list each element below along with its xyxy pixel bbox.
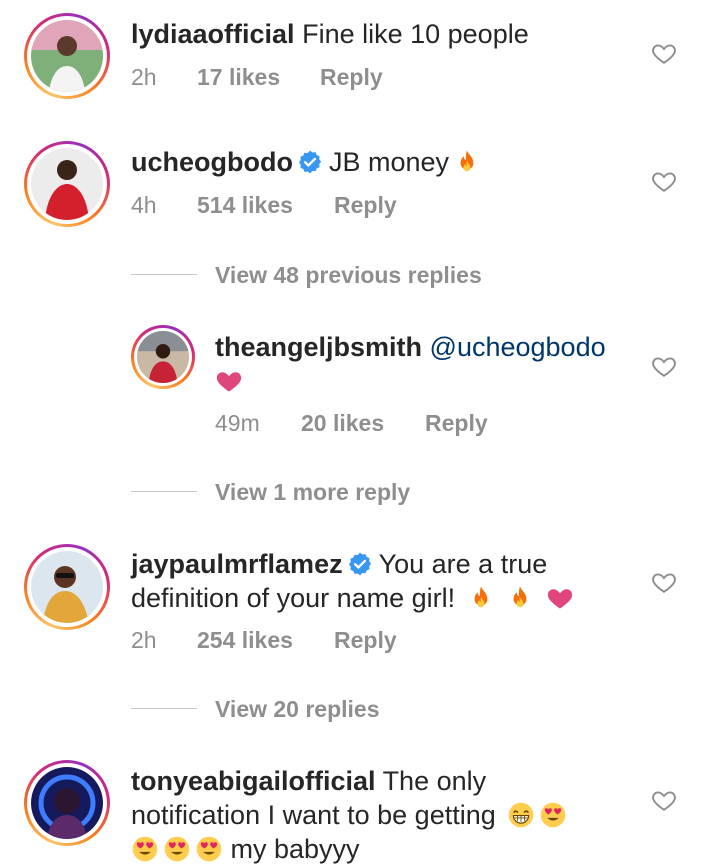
comment-body-line1: You are a true: [378, 549, 548, 579]
comment-text: lydiaaofficial Fine like 10 people: [131, 17, 651, 51]
profile-photo: [31, 767, 103, 839]
avatar-tonyeabigailofficial[interactable]: [24, 760, 110, 846]
view-replies-button[interactable]: View 20 replies: [131, 694, 531, 724]
fire-emoji-icon: [467, 584, 495, 612]
view-replies-label[interactable]: View 48 previous replies: [215, 260, 482, 290]
comment-body-line2: definition of your name girl!: [131, 583, 456, 613]
view-replies-label[interactable]: View 20 replies: [215, 694, 380, 724]
comment-body-line2: notification I want to be getting: [131, 800, 496, 830]
likes-count[interactable]: 20 likes: [301, 408, 384, 438]
reply-button[interactable]: Reply: [334, 190, 397, 220]
avatar-lydiaaofficial[interactable]: [24, 13, 110, 99]
username[interactable]: lydiaaofficial: [131, 19, 295, 49]
heart-eyes-emoji-icon: [131, 835, 159, 863]
view-more-replies-button[interactable]: View 1 more reply: [131, 477, 531, 507]
reply-text: theangeljbsmith @ucheogbodo: [215, 330, 635, 398]
reply-meta: 49m 20 likes Reply: [215, 408, 635, 438]
heart-eyes-emoji-icon: [163, 835, 191, 863]
reply-button[interactable]: Reply: [320, 62, 383, 92]
like-heart-icon[interactable]: [651, 569, 677, 595]
profile-photo: [31, 551, 103, 623]
divider-line: [131, 274, 197, 275]
comment-meta: 2h 254 likes Reply: [131, 625, 631, 655]
verified-badge-icon: [347, 551, 373, 577]
view-more-label[interactable]: View 1 more reply: [215, 477, 410, 507]
comment-text: tonyeabigailofficial The only notificati…: [131, 764, 651, 866]
username[interactable]: theangeljbsmith: [215, 332, 422, 362]
divider-line: [131, 708, 197, 709]
verified-badge-icon: [297, 149, 323, 175]
like-heart-icon[interactable]: [651, 40, 677, 66]
comment-body: Fine like 10 people: [302, 19, 529, 49]
likes-count[interactable]: 17 likes: [197, 62, 280, 92]
profile-photo: [137, 331, 189, 383]
timestamp: 49m: [215, 410, 260, 436]
pink-heart-emoji-icon: [546, 584, 574, 612]
timestamp: 2h: [131, 64, 157, 90]
comment-body: JB money: [328, 147, 450, 177]
fire-emoji-icon: [506, 584, 534, 612]
mention-link[interactable]: @ucheogbodo: [430, 332, 606, 362]
comment-body-line1: The only: [382, 766, 487, 796]
divider-line: [131, 491, 197, 492]
comment-meta: 2h 17 likes Reply: [131, 62, 631, 92]
like-heart-icon[interactable]: [651, 353, 677, 379]
likes-count[interactable]: 254 likes: [197, 625, 293, 655]
comment-body-line3: my babyyy: [230, 834, 360, 864]
username[interactable]: tonyeabigailofficial: [131, 766, 376, 796]
profile-photo: [31, 148, 103, 220]
timestamp: 2h: [131, 627, 157, 653]
reply-button[interactable]: Reply: [334, 625, 397, 655]
like-heart-icon[interactable]: [651, 168, 677, 194]
username[interactable]: jaypaulmrflamez: [131, 549, 343, 579]
grin-sweat-emoji-icon: [507, 801, 535, 829]
profile-photo: [31, 20, 103, 92]
fire-emoji-icon: [453, 148, 481, 176]
likes-count[interactable]: 514 likes: [197, 190, 293, 220]
view-previous-replies-button[interactable]: View 48 previous replies: [131, 260, 531, 290]
avatar-ucheogbodo[interactable]: [24, 141, 110, 227]
heart-eyes-emoji-icon: [195, 835, 223, 863]
like-heart-icon[interactable]: [651, 787, 677, 813]
username[interactable]: ucheogbodo: [131, 147, 293, 177]
comment-meta: 4h 514 likes Reply: [131, 190, 631, 220]
heart-eyes-emoji-icon: [539, 801, 567, 829]
comment-text: jaypaulmrflamez You are a true definition…: [131, 547, 651, 615]
comment-text: ucheogbodo JB money: [131, 145, 651, 179]
reply-button[interactable]: Reply: [425, 408, 488, 438]
avatar-theangeljbsmith[interactable]: [131, 325, 195, 389]
avatar-jaypaulmrflamez[interactable]: [24, 544, 110, 630]
timestamp: 4h: [131, 192, 157, 218]
pink-heart-emoji-icon: [215, 367, 243, 395]
